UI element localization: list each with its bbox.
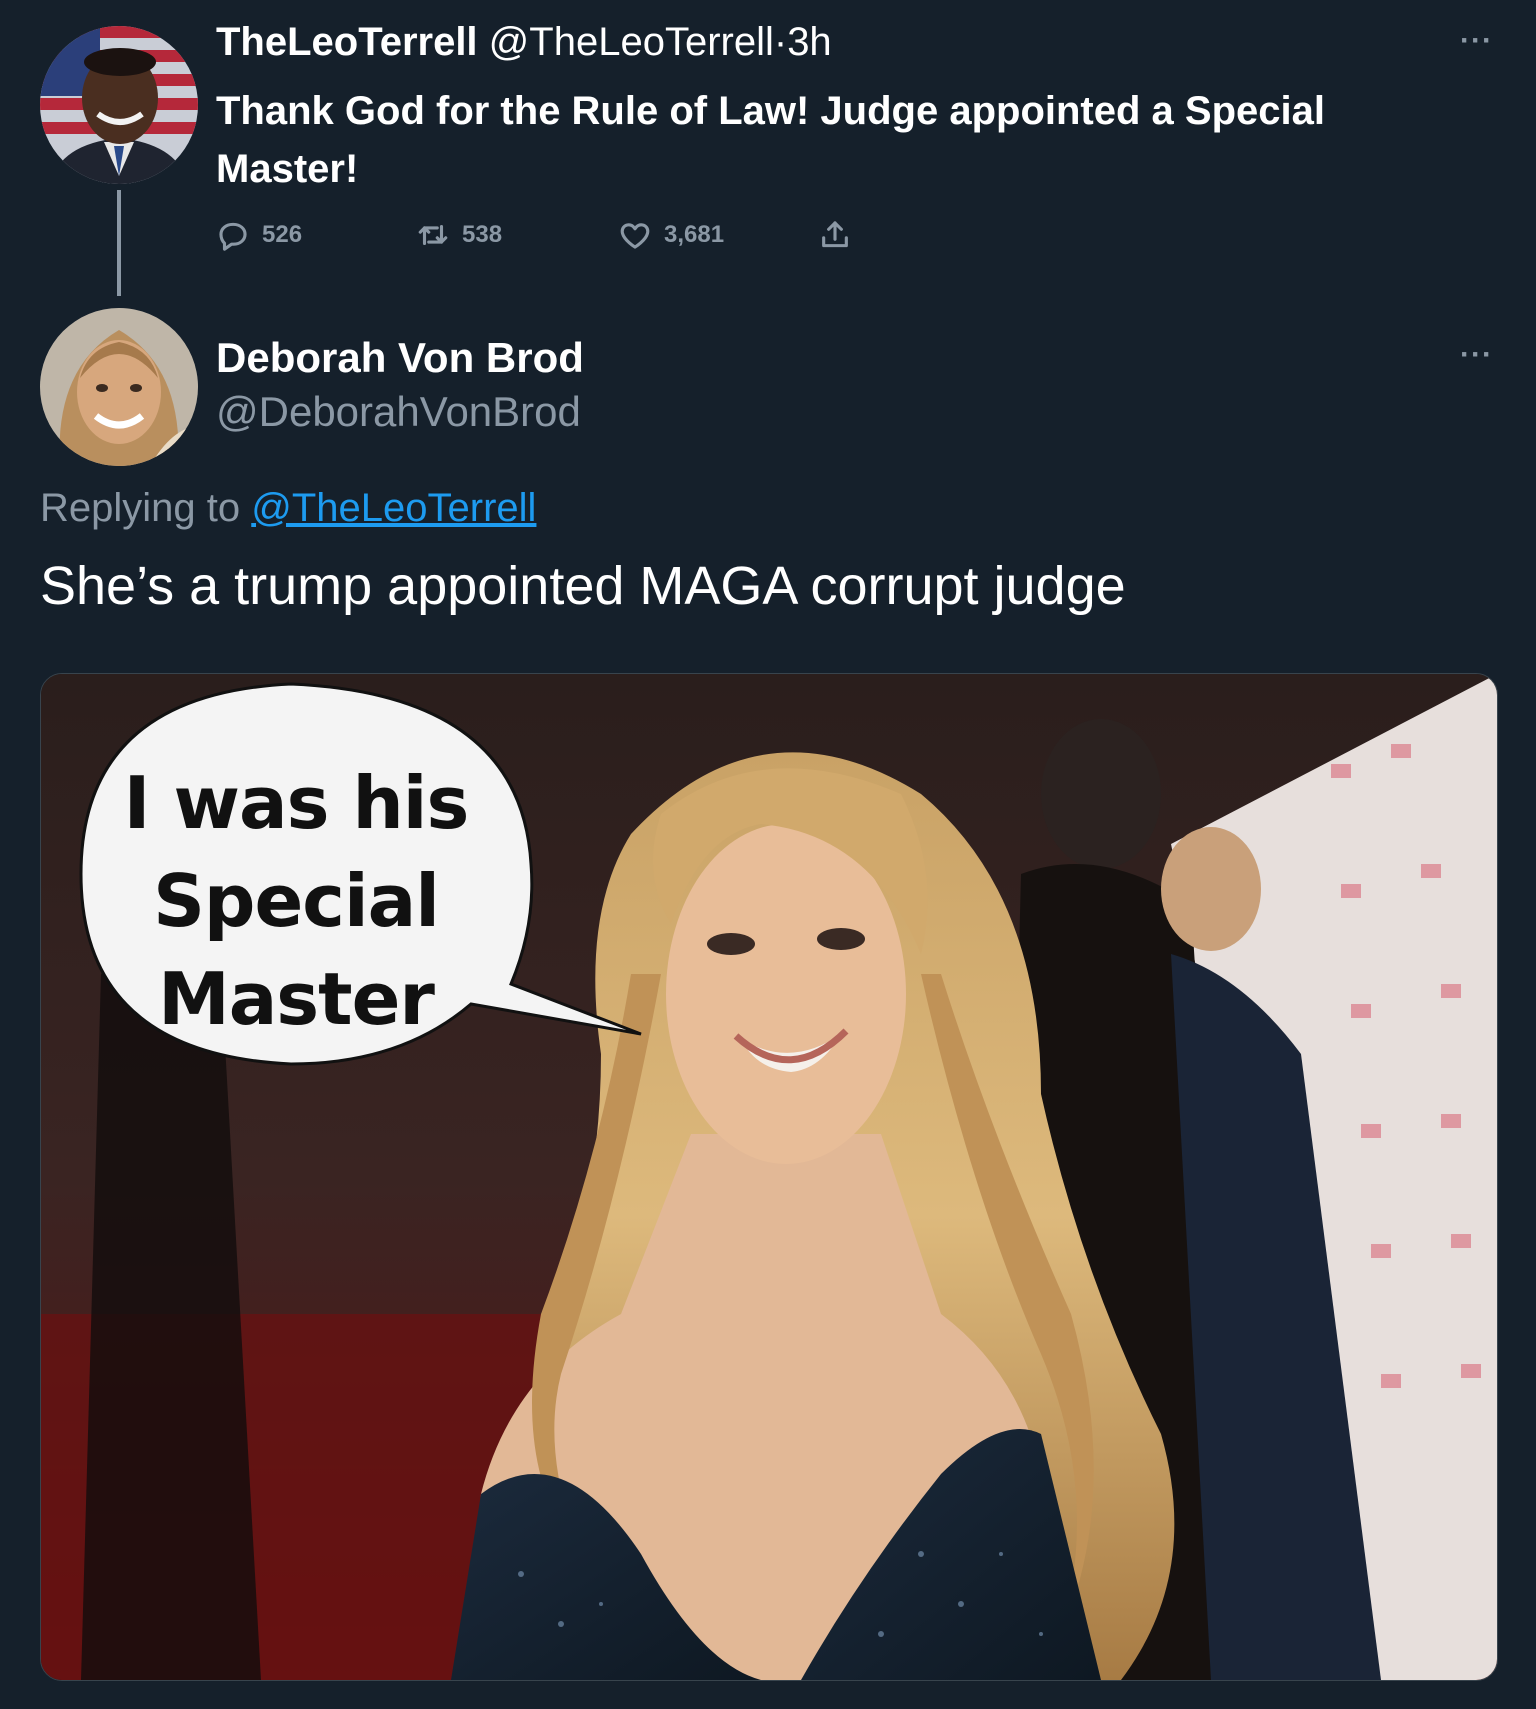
retweet-count: 538	[462, 221, 503, 248]
display-name[interactable]: TheLeoTerrell	[216, 20, 478, 64]
replying-to-mention-link[interactable]: @TheLeoTerrell	[251, 486, 536, 530]
heart-icon	[620, 223, 650, 249]
separator-dot: ·	[773, 20, 788, 64]
original-tweet-header: TheLeoTerrell @TheLeoTerrell·3h	[216, 20, 832, 65]
thread-connector-line	[117, 190, 121, 296]
bubble-line-1: I was his	[123, 761, 470, 845]
avatar-leo-terrell[interactable]	[40, 26, 198, 184]
reply-display-name[interactable]: Deborah Von Brod	[216, 334, 584, 382]
replying-to-label: Replying to	[40, 486, 241, 530]
retweet-icon	[418, 224, 448, 246]
speech-bubble-text: I was his Special Master	[111, 754, 481, 1048]
replying-to-line: Replying to @TheLeoTerrell	[40, 486, 536, 531]
reply-button[interactable]: 526	[216, 218, 302, 252]
tweet-timestamp[interactable]: 3h	[787, 20, 832, 64]
share-icon	[822, 221, 848, 248]
retweet-button[interactable]: 538	[416, 218, 502, 252]
bubble-line-2: Special	[153, 859, 440, 943]
tweet-media-image[interactable]: I was his Special Master	[40, 673, 1498, 1681]
share-button[interactable]	[818, 218, 852, 252]
user-handle[interactable]: @TheLeoTerrell	[489, 20, 774, 64]
avatar-deborah-von-brod[interactable]	[40, 308, 198, 466]
reply-count: 526	[262, 221, 303, 248]
reply-more-options-icon[interactable]: ···	[1460, 338, 1493, 372]
original-tweet-text: Thank God for the Rule of Law! Judge app…	[216, 89, 1325, 191]
reply-tweet-text: She’s a trump appointed MAGA corrupt jud…	[40, 556, 1126, 616]
bubble-line-3: Master	[158, 957, 435, 1041]
reply-user-handle[interactable]: @DeborahVonBrod	[216, 388, 581, 436]
reply-icon	[219, 222, 247, 251]
like-count: 3,681	[664, 221, 725, 248]
more-options-icon[interactable]: ···	[1460, 24, 1493, 58]
like-button[interactable]: 3,681	[618, 218, 724, 252]
